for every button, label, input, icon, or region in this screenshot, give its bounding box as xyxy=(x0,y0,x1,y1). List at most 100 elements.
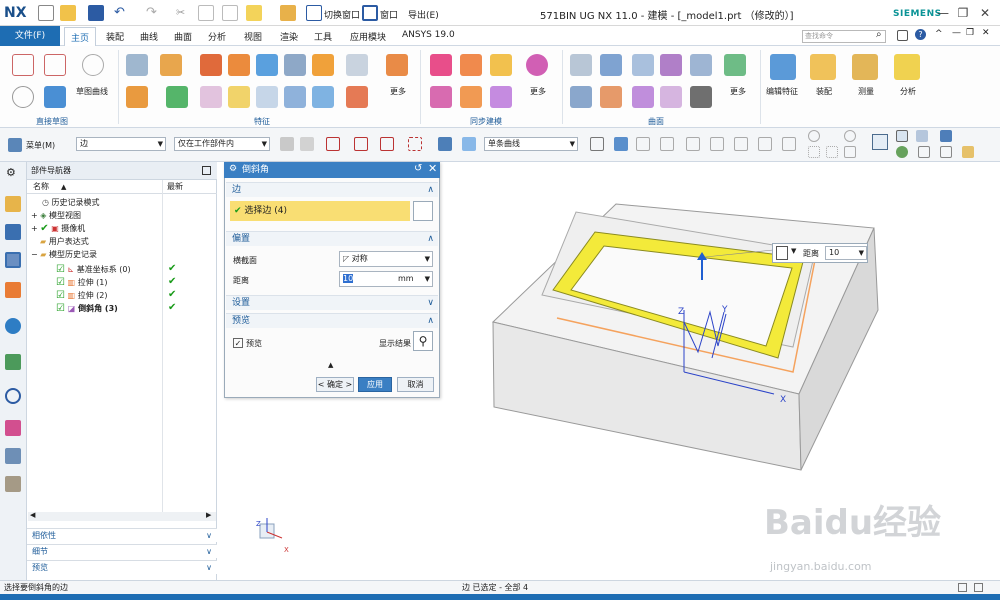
tab-view[interactable]: 视图 xyxy=(244,30,262,43)
offset-region-icon[interactable] xyxy=(490,54,512,76)
tree-row-extrude-1[interactable]: ☑ ▥ 拉伸 (1) xyxy=(56,276,108,289)
sketch-point-icon[interactable] xyxy=(44,54,66,76)
split-body-icon[interactable] xyxy=(312,86,334,108)
more-surface-icon[interactable] xyxy=(724,54,746,76)
tab-surface[interactable]: 曲面 xyxy=(174,30,192,43)
gear-icon[interactable]: ⚙ xyxy=(6,166,16,179)
draft-icon[interactable] xyxy=(256,86,278,108)
sketch-curve-button[interactable]: 草图曲线 xyxy=(76,86,108,97)
command-search-input[interactable]: 查找命令 xyxy=(802,30,886,43)
scroll-right-icon[interactable]: ▶ xyxy=(206,511,211,519)
deselect-icon[interactable] xyxy=(462,137,476,151)
measure-button[interactable]: 测量 xyxy=(858,86,874,97)
section-settings-header[interactable]: 设置 ∨ xyxy=(226,295,438,310)
type-filter-select[interactable]: 边 ▼ xyxy=(76,137,166,151)
collapse-icon[interactable]: − xyxy=(31,250,38,259)
status-full-screen-icon[interactable] xyxy=(974,583,983,592)
horizontal-scrollbar[interactable]: ◀ ▶ xyxy=(28,511,216,521)
search-icon[interactable]: ⌕ xyxy=(876,29,882,40)
snap-quadrant-icon[interactable] xyxy=(808,146,820,158)
save-icon[interactable] xyxy=(88,5,104,21)
file-tab[interactable]: 文件(F) xyxy=(0,26,60,46)
revolve-icon[interactable] xyxy=(160,54,182,76)
chamfer-icon[interactable] xyxy=(228,86,250,108)
tree-row-model-views[interactable]: + ◈ 模型视图 xyxy=(31,209,81,222)
dialog-gear-icon[interactable]: ⚙ xyxy=(229,164,237,174)
snap-center-icon[interactable] xyxy=(808,130,820,142)
snap-endpoint-icon[interactable] xyxy=(636,137,650,151)
polyline-icon[interactable] xyxy=(734,137,748,151)
section-edge-header[interactable]: 边 ∧ xyxy=(226,182,438,197)
checkbox-checked-icon[interactable]: ☑ xyxy=(56,303,65,314)
expand-icon[interactable]: + xyxy=(31,224,38,233)
magnifier-icon[interactable]: ⚲ xyxy=(413,331,433,351)
checkbox-checked-icon[interactable]: ☑ xyxy=(56,277,65,288)
crosshair-icon[interactable] xyxy=(782,137,796,151)
pattern-icon[interactable] xyxy=(312,54,334,76)
edge-blend-icon[interactable] xyxy=(200,86,222,108)
snap-midpoint-icon[interactable] xyxy=(660,137,674,151)
accordion-details[interactable]: 细节 ∨ xyxy=(27,544,217,558)
face-blend-icon[interactable] xyxy=(660,54,682,76)
tree-row-model-history[interactable]: − ▰ 模型历史记录 xyxy=(31,248,97,261)
patch-icon[interactable] xyxy=(660,86,682,108)
section-preview-header[interactable]: 预览 ∧ xyxy=(226,313,438,328)
lasso-select-icon[interactable] xyxy=(408,137,422,151)
select-edge-cube-icon[interactable] xyxy=(413,201,433,221)
view-section-icon[interactable] xyxy=(940,146,952,158)
tree-row-cameras[interactable]: + ✔ ▣ 摄像机 xyxy=(31,222,85,235)
ok-button[interactable]: < 确定 > xyxy=(316,377,354,392)
switch-window-icon[interactable] xyxy=(306,5,322,21)
collapse-dialog-icon[interactable]: ▲ xyxy=(328,361,333,369)
screen-input-icon[interactable] xyxy=(776,246,788,260)
cut-icon[interactable]: ✂ xyxy=(176,6,185,19)
chevron-down-icon[interactable]: ▼ xyxy=(791,247,796,255)
rectangle-select-icon[interactable] xyxy=(380,137,394,151)
section-offset-header[interactable]: 偏置 ∧ xyxy=(226,231,438,246)
column-name[interactable]: 名称 xyxy=(33,180,49,194)
analysis-icon[interactable] xyxy=(894,54,920,80)
tree-row-datum-csys[interactable]: ☑ ⊾ 基准坐标系 (0) xyxy=(56,263,131,276)
roles-icon[interactable] xyxy=(5,476,21,492)
extrude-icon[interactable] xyxy=(126,54,148,76)
select-edge-row[interactable]: ✔ 选择边 (4) xyxy=(230,201,410,221)
through-curves-icon[interactable] xyxy=(570,54,592,76)
dialog-close-icon[interactable]: ✕ xyxy=(428,162,437,175)
sew-icon[interactable] xyxy=(632,86,654,108)
tab-analysis[interactable]: 分析 xyxy=(208,30,226,43)
tab-assembly[interactable]: 装配 xyxy=(106,30,124,43)
follow-fillet-icon[interactable] xyxy=(614,137,628,151)
shell-icon[interactable] xyxy=(346,54,368,76)
unite-icon[interactable] xyxy=(126,86,148,108)
web-browser-icon[interactable] xyxy=(5,354,21,370)
snap-none-icon[interactable] xyxy=(844,146,856,158)
status-window-icon[interactable] xyxy=(958,583,967,592)
redo-icon[interactable]: ↷ xyxy=(146,5,157,20)
accordion-preview[interactable]: 预览 ∨ xyxy=(27,560,217,574)
touch-screen-icon[interactable] xyxy=(897,30,908,41)
circle-icon[interactable] xyxy=(12,86,34,108)
edit-feature-button[interactable]: 编辑特征 xyxy=(766,86,798,97)
analysis-button[interactable]: 分析 xyxy=(900,86,916,97)
scroll-left-icon[interactable]: ◀ xyxy=(30,511,35,519)
tree-row-extrude-2[interactable]: ☑ ▥ 拉伸 (2) xyxy=(56,289,108,302)
finish-sketch-icon[interactable] xyxy=(44,86,66,108)
assembly-icon[interactable] xyxy=(810,54,836,80)
trim-sheet-icon[interactable] xyxy=(600,86,622,108)
accordion-dependencies[interactable]: 相依性 ∨ xyxy=(27,528,217,542)
scope-select[interactable]: 仅在工作部件内 ▼ xyxy=(174,137,270,151)
snap-point-icon[interactable] xyxy=(354,137,368,151)
hd3d-icon[interactable] xyxy=(5,318,21,334)
expand-icon[interactable]: + xyxy=(31,211,38,220)
open-folder-icon[interactable] xyxy=(60,5,76,21)
subtract-icon[interactable] xyxy=(166,86,188,108)
doc-minimize-icon[interactable]: — xyxy=(952,28,961,38)
more-surface-button[interactable]: 更多 xyxy=(730,86,746,97)
more-sync-icon[interactable] xyxy=(526,54,548,76)
studio-surface-icon[interactable] xyxy=(632,54,654,76)
tab-render[interactable]: 渲染 xyxy=(280,30,298,43)
n-sided-surface-icon[interactable] xyxy=(690,54,712,76)
tree-row-user-expressions[interactable]: ▰ 用户表达式 xyxy=(40,235,89,248)
more-features-button[interactable]: 更多 xyxy=(390,86,406,97)
close-icon[interactable]: ✕ xyxy=(976,4,994,22)
